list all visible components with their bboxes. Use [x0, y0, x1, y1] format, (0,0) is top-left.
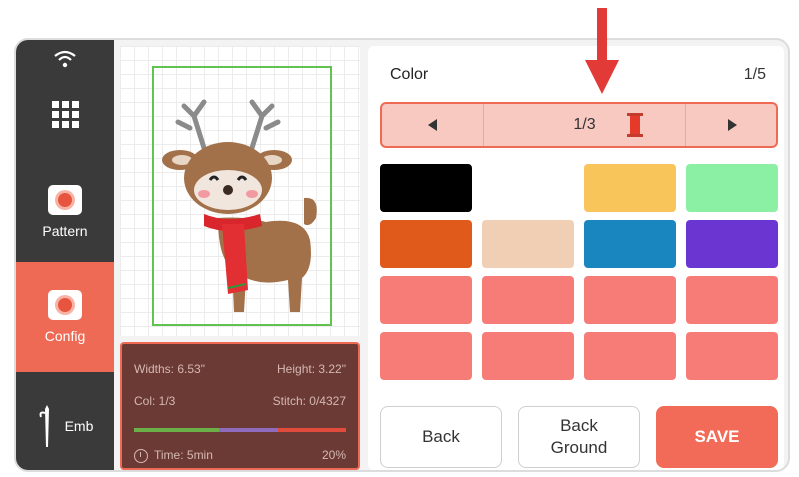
back-button[interactable]: Back	[380, 406, 502, 468]
sidebar: Pattern Config Emb	[16, 40, 114, 470]
color-swatch[interactable]	[482, 332, 574, 380]
prev-color-button[interactable]	[382, 104, 484, 146]
current-color-index: 1/3	[484, 104, 686, 146]
apps-grid-icon[interactable]	[16, 84, 114, 144]
color-navigator: 1/3	[380, 102, 778, 148]
color-swatch[interactable]	[482, 220, 574, 268]
save-button[interactable]: SAVE	[656, 406, 778, 468]
right-arrow-icon	[727, 119, 737, 131]
device-screen: Pattern Config Emb Widths: 6.53" Height:…	[14, 38, 790, 472]
panel-title: Color	[390, 66, 429, 83]
color-swatch[interactable]	[380, 332, 472, 380]
embroidery-info-panel: Widths: 6.53" Height: 3.22" Col: 1/3 Sti…	[120, 342, 360, 470]
color-progress-bar	[134, 428, 346, 432]
hoop-frame	[152, 66, 332, 326]
left-arrow-icon	[428, 119, 437, 131]
clock-icon	[134, 448, 148, 463]
stitch-readout: Stitch: 0/4327	[272, 394, 346, 408]
pattern-preview	[120, 46, 360, 336]
config-icon	[48, 290, 82, 320]
reindeer-embroidery-image	[162, 99, 317, 312]
sidebar-item-label: Emb	[64, 418, 94, 434]
color-swatch[interactable]	[686, 276, 778, 324]
width-readout: Widths: 6.53"	[134, 362, 205, 376]
color-swatch[interactable]	[380, 164, 472, 212]
color-swatch[interactable]	[686, 164, 778, 212]
background-button[interactable]: Back Ground	[518, 406, 640, 468]
thread-spool-icon	[627, 113, 643, 137]
color-swatch[interactable]	[584, 164, 676, 212]
color-swatch[interactable]	[380, 220, 472, 268]
color-swatch[interactable]	[482, 276, 574, 324]
needle-icon	[39, 405, 49, 447]
color-count-readout: Col: 1/3	[134, 394, 176, 408]
sidebar-item-pattern[interactable]: Pattern	[16, 168, 114, 256]
color-swatch[interactable]	[686, 220, 778, 268]
next-color-button[interactable]	[686, 104, 778, 146]
time-readout: Time: 5min	[134, 448, 213, 463]
sidebar-item-config[interactable]: Config	[16, 262, 114, 372]
percent-readout: 20%	[321, 448, 346, 463]
color-panel: Color 1/5 1/3 Back Back Ground SAVE	[368, 46, 784, 470]
color-swatch[interactable]	[380, 276, 472, 324]
sidebar-item-emb[interactable]: Emb	[16, 378, 114, 470]
wifi-icon	[16, 40, 114, 78]
color-swatch[interactable]	[584, 276, 676, 324]
color-swatch[interactable]	[686, 332, 778, 380]
pattern-icon	[48, 185, 82, 215]
sidebar-item-label: Pattern	[42, 223, 88, 239]
color-swatch[interactable]	[482, 164, 574, 212]
color-swatch[interactable]	[584, 220, 676, 268]
height-readout: Height: 3.22"	[277, 362, 346, 376]
sidebar-item-label: Config	[44, 328, 86, 344]
color-swatch-grid	[380, 164, 778, 380]
color-swatch[interactable]	[584, 332, 676, 380]
page-indicator: 1/5	[743, 66, 766, 83]
annotation-arrow-icon	[585, 8, 619, 94]
